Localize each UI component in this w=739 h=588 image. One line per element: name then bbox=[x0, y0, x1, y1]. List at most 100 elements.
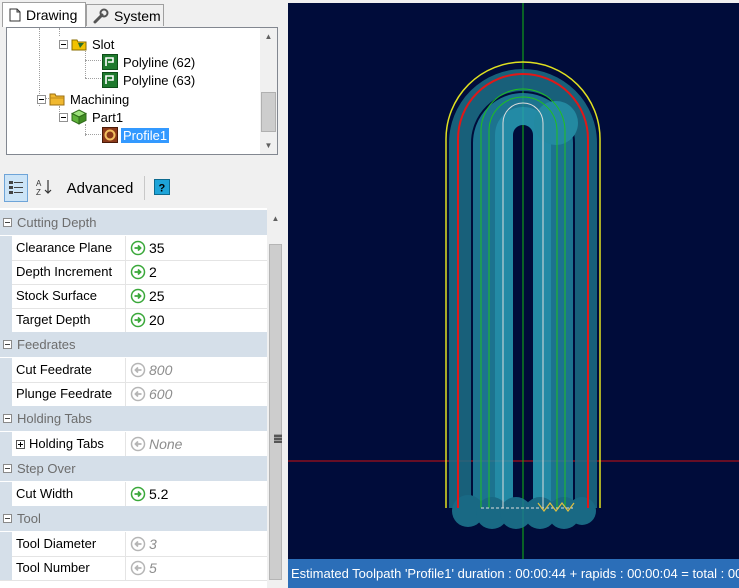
inherited-arrow-icon[interactable] bbox=[130, 362, 146, 378]
collapse-icon[interactable] bbox=[3, 464, 12, 473]
scroll-up-icon[interactable]: ▲ bbox=[260, 28, 277, 45]
svg-text:A: A bbox=[36, 179, 42, 188]
toolbar-separator bbox=[144, 176, 145, 200]
category-step-over[interactable]: Step Over bbox=[0, 456, 267, 481]
tree-node-slot[interactable]: Slot bbox=[59, 35, 116, 53]
property-value[interactable]: 5 bbox=[149, 556, 157, 580]
property-row-stock-surface[interactable]: Stock Surface 25 bbox=[0, 284, 267, 309]
property-grid-scrollbar[interactable]: ▲ ▬ ▬ ▬ bbox=[267, 208, 284, 588]
property-value[interactable]: 2 bbox=[149, 260, 157, 284]
tree-node-polyline-63[interactable]: Polyline (63) bbox=[102, 71, 197, 89]
property-row-clearance-plane[interactable]: Clearance Plane 35 bbox=[0, 236, 267, 261]
cad-drawing bbox=[288, 3, 739, 559]
property-row-tool-diameter[interactable]: Tool Diameter 3 bbox=[0, 532, 267, 557]
inherited-arrow-icon[interactable] bbox=[130, 536, 146, 552]
property-name: Holding Tabs bbox=[16, 432, 126, 456]
expand-icon[interactable] bbox=[16, 440, 25, 450]
collapse-icon[interactable] bbox=[3, 514, 12, 523]
editable-arrow-icon[interactable] bbox=[130, 312, 146, 328]
category-feedrates[interactable]: Feedrates bbox=[0, 332, 267, 357]
collapse-icon[interactable] bbox=[59, 112, 68, 122]
property-name: Cut Width bbox=[16, 486, 74, 501]
tab-system-label: System bbox=[114, 7, 161, 24]
folder-icon bbox=[49, 91, 65, 107]
sort-az-icon: AZ bbox=[35, 178, 53, 199]
property-value[interactable]: 25 bbox=[149, 284, 165, 308]
document-icon bbox=[9, 8, 21, 22]
property-value[interactable]: 20 bbox=[149, 308, 165, 332]
collapse-icon[interactable] bbox=[3, 414, 12, 423]
property-name: Stock Surface bbox=[16, 288, 97, 303]
help-button[interactable]: ? bbox=[150, 174, 174, 202]
property-toolbar: AZ Advanced ? bbox=[0, 170, 287, 206]
property-value[interactable]: 3 bbox=[149, 532, 157, 556]
property-value[interactable]: 35 bbox=[149, 236, 165, 260]
tree-node-label: Polyline (62) bbox=[123, 54, 196, 70]
property-row-holding-tabs[interactable]: Holding Tabs None bbox=[0, 432, 267, 457]
collapse-icon[interactable] bbox=[37, 94, 46, 104]
tree-node-profile1[interactable]: Profile1 bbox=[102, 126, 170, 144]
part-cube-icon bbox=[70, 109, 88, 125]
collapse-icon[interactable] bbox=[3, 340, 12, 349]
scroll-down-icon[interactable]: ▼ bbox=[260, 137, 277, 154]
property-row-cut-feedrate[interactable]: Cut Feedrate 800 bbox=[0, 358, 267, 383]
property-row-target-depth[interactable]: Target Depth 20 bbox=[0, 308, 267, 333]
left-panel: Drawing System Slot Polyline (62) Polyli… bbox=[0, 0, 287, 588]
help-icon: ? bbox=[154, 178, 170, 198]
editable-arrow-icon[interactable] bbox=[130, 240, 146, 256]
category-cutting-depth[interactable]: Cutting Depth bbox=[0, 210, 267, 235]
property-row-plunge-feedrate[interactable]: Plunge Feedrate 600 bbox=[0, 382, 267, 407]
scroll-up-icon[interactable]: ▲ bbox=[267, 210, 284, 227]
property-row-cut-width[interactable]: Cut Width 5.2 bbox=[0, 482, 267, 507]
tree-node-machining[interactable]: Machining bbox=[37, 90, 131, 108]
tab-system[interactable]: System bbox=[86, 4, 164, 26]
tree-node-part1[interactable]: Part1 bbox=[59, 108, 125, 126]
inherited-arrow-icon[interactable] bbox=[130, 386, 146, 402]
tree-scroll-thumb[interactable] bbox=[261, 92, 276, 132]
toolpath-swept-area bbox=[449, 69, 597, 529]
tree-node-polyline-62[interactable]: Polyline (62) bbox=[102, 53, 197, 71]
editable-arrow-icon[interactable] bbox=[130, 264, 146, 280]
advanced-button[interactable]: Advanced bbox=[62, 174, 138, 202]
category-label: Cutting Depth bbox=[17, 215, 97, 230]
property-name: Tool Number bbox=[16, 560, 90, 575]
tab-drawing[interactable]: Drawing bbox=[2, 2, 86, 27]
inherited-arrow-icon[interactable] bbox=[130, 436, 146, 452]
property-value[interactable]: 5.2 bbox=[149, 482, 168, 506]
property-name: Depth Increment bbox=[16, 264, 113, 279]
property-grid: Cutting Depth Clearance Plane 35 Depth I… bbox=[0, 208, 267, 588]
categorized-button[interactable] bbox=[4, 174, 28, 202]
property-row-depth-increment[interactable]: Depth Increment 2 bbox=[0, 260, 267, 285]
inherited-arrow-icon[interactable] bbox=[130, 560, 146, 576]
property-value[interactable]: 800 bbox=[149, 358, 172, 382]
drawing-tree[interactable]: Slot Polyline (62) Polyline (63) Machini… bbox=[6, 27, 278, 155]
property-row-tool-number[interactable]: Tool Number 5 bbox=[0, 556, 267, 581]
polyline-icon bbox=[102, 72, 118, 88]
tree-node-label: Profile1 bbox=[121, 127, 170, 143]
svg-text:Z: Z bbox=[36, 188, 41, 196]
tree-node-label: Slot bbox=[92, 36, 115, 52]
property-value[interactable]: 600 bbox=[149, 382, 172, 406]
tree-node-label: Machining bbox=[70, 91, 130, 107]
tree-scrollbar[interactable]: ▲ ▼ bbox=[260, 28, 277, 154]
category-label: Step Over bbox=[17, 461, 76, 476]
alphabetical-sort-button[interactable]: AZ bbox=[32, 174, 56, 202]
collapse-icon[interactable] bbox=[59, 39, 68, 49]
tree-node-label: Polyline (63) bbox=[123, 72, 196, 88]
cad-viewport[interactable] bbox=[288, 3, 739, 559]
editable-arrow-icon[interactable] bbox=[130, 486, 146, 502]
category-label: Tool bbox=[17, 511, 41, 526]
editable-arrow-icon[interactable] bbox=[130, 288, 146, 304]
panel-tabs: Drawing System bbox=[0, 0, 287, 28]
property-value[interactable]: None bbox=[149, 432, 182, 456]
status-bar: Estimated Toolpath 'Profile1' duration :… bbox=[288, 559, 739, 588]
category-tool[interactable]: Tool bbox=[0, 506, 267, 531]
tab-drawing-label: Drawing bbox=[26, 7, 78, 23]
collapse-icon[interactable] bbox=[3, 218, 12, 227]
property-grid-scroll-thumb[interactable]: ▬ ▬ ▬ bbox=[269, 244, 282, 580]
category-holding-tabs[interactable]: Holding Tabs bbox=[0, 406, 267, 431]
category-label: Feedrates bbox=[17, 337, 76, 352]
categorized-icon bbox=[8, 179, 24, 198]
layer-folder-icon bbox=[71, 36, 87, 52]
property-name: Tool Diameter bbox=[16, 536, 97, 551]
